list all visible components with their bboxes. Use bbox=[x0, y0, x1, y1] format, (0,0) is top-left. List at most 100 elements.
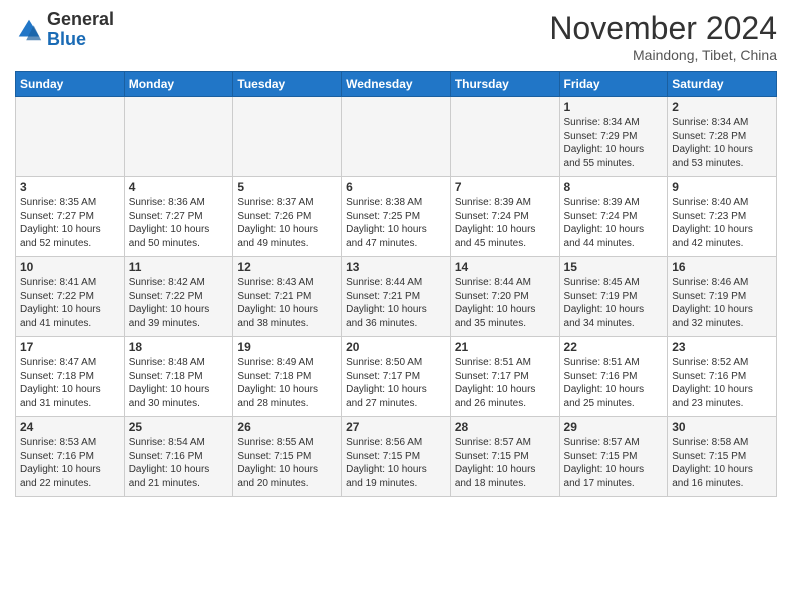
calendar-cell: 25 Sunrise: 8:54 AM Sunset: 7:16 PM Dayli… bbox=[124, 417, 233, 497]
day-number: 1 bbox=[564, 100, 664, 114]
calendar-header-row: SundayMondayTuesdayWednesdayThursdayFrid… bbox=[16, 72, 777, 97]
weekday-header: Saturday bbox=[668, 72, 777, 97]
day-info: Sunrise: 8:44 AM Sunset: 7:20 PM Dayligh… bbox=[455, 276, 555, 330]
calendar-table: SundayMondayTuesdayWednesdayThursdayFrid… bbox=[15, 71, 777, 497]
day-number: 16 bbox=[672, 260, 772, 274]
day-info: Sunrise: 8:51 AM Sunset: 7:16 PM Dayligh… bbox=[564, 356, 664, 410]
day-info: Sunrise: 8:44 AM Sunset: 7:21 PM Dayligh… bbox=[346, 276, 446, 330]
calendar-cell bbox=[16, 97, 125, 177]
calendar-cell: 24 Sunrise: 8:53 AM Sunset: 7:16 PM Dayli… bbox=[16, 417, 125, 497]
day-number: 9 bbox=[672, 180, 772, 194]
day-number: 20 bbox=[346, 340, 446, 354]
weekday-header: Monday bbox=[124, 72, 233, 97]
calendar-cell: 29 Sunrise: 8:57 AM Sunset: 7:15 PM Dayli… bbox=[559, 417, 668, 497]
day-number: 7 bbox=[455, 180, 555, 194]
day-info: Sunrise: 8:39 AM Sunset: 7:24 PM Dayligh… bbox=[564, 196, 664, 250]
calendar-cell bbox=[124, 97, 233, 177]
logo-icon bbox=[15, 16, 43, 44]
calendar-week-row: 1Sunrise: 8:34 AM Sunset: 7:29 PM Daylig… bbox=[16, 97, 777, 177]
day-info: Sunrise: 8:57 AM Sunset: 7:15 PM Dayligh… bbox=[564, 436, 664, 490]
calendar-cell: 10 Sunrise: 8:41 AM Sunset: 7:22 PM Dayli… bbox=[16, 257, 125, 337]
calendar-cell: 15Sunrise: 8:45 AM Sunset: 7:19 PM Dayli… bbox=[559, 257, 668, 337]
calendar-cell: 28 Sunrise: 8:57 AM Sunset: 7:15 PM Dayli… bbox=[450, 417, 559, 497]
day-info: Sunrise: 8:53 AM Sunset: 7:16 PM Dayligh… bbox=[20, 436, 120, 490]
day-number: 14 bbox=[455, 260, 555, 274]
day-number: 17 bbox=[20, 340, 120, 354]
day-info: Sunrise: 8:55 AM Sunset: 7:15 PM Dayligh… bbox=[237, 436, 337, 490]
day-info: Sunrise: 8:37 AM Sunset: 7:26 PM Dayligh… bbox=[237, 196, 337, 250]
day-number: 12 bbox=[237, 260, 337, 274]
day-info: Sunrise: 8:43 AM Sunset: 7:21 PM Dayligh… bbox=[237, 276, 337, 330]
day-number: 23 bbox=[672, 340, 772, 354]
day-info: Sunrise: 8:52 AM Sunset: 7:16 PM Dayligh… bbox=[672, 356, 772, 410]
title-block: November 2024 Maindong, Tibet, China bbox=[549, 10, 777, 63]
weekday-header: Thursday bbox=[450, 72, 559, 97]
calendar-cell: 2Sunrise: 8:34 AM Sunset: 7:28 PM Daylig… bbox=[668, 97, 777, 177]
calendar-cell: 18 Sunrise: 8:48 AM Sunset: 7:18 PM Dayli… bbox=[124, 337, 233, 417]
day-info: Sunrise: 8:51 AM Sunset: 7:17 PM Dayligh… bbox=[455, 356, 555, 410]
day-info: Sunrise: 8:39 AM Sunset: 7:24 PM Dayligh… bbox=[455, 196, 555, 250]
day-info: Sunrise: 8:54 AM Sunset: 7:16 PM Dayligh… bbox=[129, 436, 229, 490]
calendar-cell: 11 Sunrise: 8:42 AM Sunset: 7:22 PM Dayli… bbox=[124, 257, 233, 337]
calendar-cell: 8 Sunrise: 8:39 AM Sunset: 7:24 PM Daylig… bbox=[559, 177, 668, 257]
day-number: 30 bbox=[672, 420, 772, 434]
calendar-cell: 30 Sunrise: 8:58 AM Sunset: 7:15 PM Dayli… bbox=[668, 417, 777, 497]
calendar-cell: 23 Sunrise: 8:52 AM Sunset: 7:16 PM Dayli… bbox=[668, 337, 777, 417]
day-info: Sunrise: 8:47 AM Sunset: 7:18 PM Dayligh… bbox=[20, 356, 120, 410]
day-info: Sunrise: 8:40 AM Sunset: 7:23 PM Dayligh… bbox=[672, 196, 772, 250]
weekday-header: Tuesday bbox=[233, 72, 342, 97]
calendar-cell: 17 Sunrise: 8:47 AM Sunset: 7:18 PM Dayli… bbox=[16, 337, 125, 417]
day-number: 10 bbox=[20, 260, 120, 274]
day-info: Sunrise: 8:58 AM Sunset: 7:15 PM Dayligh… bbox=[672, 436, 772, 490]
weekday-header: Wednesday bbox=[342, 72, 451, 97]
day-number: 4 bbox=[129, 180, 229, 194]
calendar-week-row: 3Sunrise: 8:35 AM Sunset: 7:27 PM Daylig… bbox=[16, 177, 777, 257]
calendar-cell: 22 Sunrise: 8:51 AM Sunset: 7:16 PM Dayli… bbox=[559, 337, 668, 417]
day-number: 11 bbox=[129, 260, 229, 274]
calendar-cell bbox=[233, 97, 342, 177]
calendar-cell: 9 Sunrise: 8:40 AM Sunset: 7:23 PM Daylig… bbox=[668, 177, 777, 257]
day-number: 22 bbox=[564, 340, 664, 354]
calendar-cell: 21 Sunrise: 8:51 AM Sunset: 7:17 PM Dayli… bbox=[450, 337, 559, 417]
day-info: Sunrise: 8:36 AM Sunset: 7:27 PM Dayligh… bbox=[129, 196, 229, 250]
day-number: 18 bbox=[129, 340, 229, 354]
location-text: Maindong, Tibet, China bbox=[549, 47, 777, 63]
day-info: Sunrise: 8:35 AM Sunset: 7:27 PM Dayligh… bbox=[20, 196, 120, 250]
day-number: 21 bbox=[455, 340, 555, 354]
calendar-cell: 16 Sunrise: 8:46 AM Sunset: 7:19 PM Dayli… bbox=[668, 257, 777, 337]
logo-general-text: General bbox=[47, 9, 114, 29]
day-info: Sunrise: 8:34 AM Sunset: 7:28 PM Dayligh… bbox=[672, 116, 772, 170]
day-number: 29 bbox=[564, 420, 664, 434]
day-number: 8 bbox=[564, 180, 664, 194]
page-container: General Blue November 2024 Maindong, Tib… bbox=[0, 0, 792, 507]
day-number: 13 bbox=[346, 260, 446, 274]
day-info: Sunrise: 8:50 AM Sunset: 7:17 PM Dayligh… bbox=[346, 356, 446, 410]
day-number: 24 bbox=[20, 420, 120, 434]
day-info: Sunrise: 8:48 AM Sunset: 7:18 PM Dayligh… bbox=[129, 356, 229, 410]
day-number: 26 bbox=[237, 420, 337, 434]
calendar-cell: 5 Sunrise: 8:37 AM Sunset: 7:26 PM Daylig… bbox=[233, 177, 342, 257]
calendar-cell bbox=[342, 97, 451, 177]
calendar-cell: 12 Sunrise: 8:43 AM Sunset: 7:21 PM Dayli… bbox=[233, 257, 342, 337]
calendar-week-row: 24 Sunrise: 8:53 AM Sunset: 7:16 PM Dayli… bbox=[16, 417, 777, 497]
weekday-header: Friday bbox=[559, 72, 668, 97]
day-info: Sunrise: 8:41 AM Sunset: 7:22 PM Dayligh… bbox=[20, 276, 120, 330]
logo: General Blue bbox=[15, 10, 114, 50]
calendar-week-row: 17 Sunrise: 8:47 AM Sunset: 7:18 PM Dayli… bbox=[16, 337, 777, 417]
weekday-header: Sunday bbox=[16, 72, 125, 97]
day-number: 25 bbox=[129, 420, 229, 434]
calendar-cell: 4 Sunrise: 8:36 AM Sunset: 7:27 PM Daylig… bbox=[124, 177, 233, 257]
day-info: Sunrise: 8:46 AM Sunset: 7:19 PM Dayligh… bbox=[672, 276, 772, 330]
calendar-cell: 20 Sunrise: 8:50 AM Sunset: 7:17 PM Dayli… bbox=[342, 337, 451, 417]
day-number: 5 bbox=[237, 180, 337, 194]
day-info: Sunrise: 8:42 AM Sunset: 7:22 PM Dayligh… bbox=[129, 276, 229, 330]
month-title: November 2024 bbox=[549, 10, 777, 47]
day-number: 19 bbox=[237, 340, 337, 354]
calendar-cell: 1Sunrise: 8:34 AM Sunset: 7:29 PM Daylig… bbox=[559, 97, 668, 177]
calendar-cell: 3Sunrise: 8:35 AM Sunset: 7:27 PM Daylig… bbox=[16, 177, 125, 257]
calendar-cell: 27Sunrise: 8:56 AM Sunset: 7:15 PM Dayli… bbox=[342, 417, 451, 497]
calendar-cell: 14 Sunrise: 8:44 AM Sunset: 7:20 PM Dayli… bbox=[450, 257, 559, 337]
day-number: 28 bbox=[455, 420, 555, 434]
day-info: Sunrise: 8:57 AM Sunset: 7:15 PM Dayligh… bbox=[455, 436, 555, 490]
page-header: General Blue November 2024 Maindong, Tib… bbox=[15, 10, 777, 63]
